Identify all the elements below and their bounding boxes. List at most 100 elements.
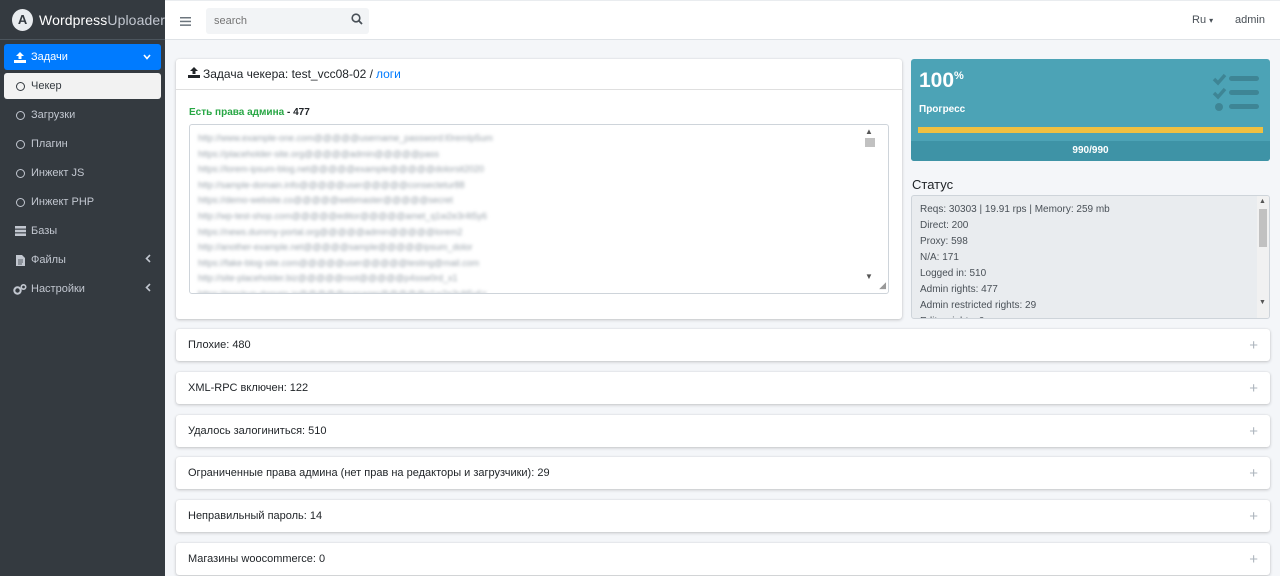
- logs-link[interactable]: логи: [376, 67, 401, 81]
- expand-plus-icon[interactable]: +: [1249, 508, 1258, 525]
- result-row-label: XML-RPC включен: 122: [188, 382, 309, 394]
- scroll-thumb[interactable]: [1259, 209, 1267, 247]
- circle-icon: [13, 139, 27, 149]
- progress-bar: [918, 127, 1263, 133]
- sidebar-item-label: Плагин: [31, 138, 68, 150]
- result-row-label: Плохие: 480: [188, 339, 251, 351]
- tasks-checklist-icon: [1212, 73, 1259, 111]
- scroll-down-icon[interactable]: ▼: [865, 272, 873, 281]
- sidebar-item-inject-js[interactable]: Инжект JS: [4, 160, 161, 186]
- sidebar-item-tasks[interactable]: Задачи: [4, 44, 161, 70]
- result-row-label: Удалось залогиниться: 510: [188, 425, 327, 437]
- scroll-up-icon[interactable]: ▲: [865, 127, 873, 136]
- blurred-credentials-list: http://www.example-one.com@@@@@username_…: [190, 125, 888, 293]
- result-row-wrong-password[interactable]: Неправильный пароль: 14 +: [176, 500, 1270, 532]
- database-icon: [13, 226, 27, 236]
- status-lines: Reqs: 30303 | 19.91 rps | Memory: 259 mb…: [912, 196, 1269, 318]
- brand-logo: A: [12, 8, 34, 31]
- sidebar-item-settings[interactable]: Настройки: [4, 276, 161, 302]
- credential-line: http://sample-domain.info@@@@@user@@@@@c…: [198, 179, 465, 190]
- status-line: Admin restricted rights: 29: [920, 300, 1037, 311]
- expand-plus-icon[interactable]: +: [1249, 465, 1258, 482]
- credential-line: https://demo-website.co@@@@@webmaster@@@…: [198, 195, 453, 206]
- circle-icon: [13, 110, 27, 120]
- expand-plus-icon[interactable]: +: [1249, 551, 1258, 568]
- admin-rights-count: - 477: [286, 107, 310, 118]
- sidebar-item-files[interactable]: Файлы: [4, 247, 161, 273]
- admin-rights-heading: Есть права админа - 477: [189, 107, 310, 118]
- result-row-restricted-admin[interactable]: Ограниченные права админа (нет прав на р…: [176, 457, 1270, 489]
- result-row-label: Неправильный пароль: 14: [188, 510, 323, 522]
- search-box: [206, 8, 369, 34]
- sidebar-item-label: Задачи: [31, 51, 68, 63]
- sidebar-item-label: Инжект JS: [31, 167, 85, 179]
- circle-icon: [13, 81, 27, 91]
- sidebar-item-label: Базы: [31, 225, 58, 237]
- sidebar-item-databases[interactable]: Базы: [4, 218, 161, 244]
- progress-box: 100% Прогресс 990/990: [911, 59, 1270, 161]
- expand-plus-icon[interactable]: +: [1249, 423, 1258, 440]
- result-row-xmlrpc[interactable]: XML-RPC включен: 122 +: [176, 372, 1270, 404]
- progress-counter: 990/990: [911, 141, 1270, 161]
- credential-line: http://www.example-one.com@@@@@username_…: [198, 133, 493, 143]
- chevron-left-icon: [145, 283, 151, 295]
- search-input[interactable]: [206, 15, 336, 27]
- progress-bar-fill: [918, 127, 1263, 133]
- chevron-down-icon: [143, 52, 151, 62]
- scroll-thumb[interactable]: [865, 138, 875, 147]
- chevron-left-icon: [145, 254, 151, 266]
- credential-line: http://wp-test-shop.com@@@@@editor@@@@@a…: [198, 210, 487, 221]
- task-title: Задача чекера: test_vcc08-02 /: [203, 67, 373, 81]
- upload-icon: [188, 67, 200, 81]
- circle-icon: [13, 168, 27, 178]
- result-row-logged-in[interactable]: Удалось залогиниться: 510 +: [176, 415, 1270, 447]
- credential-line: https://news.dummy-portal.org@@@@@admin@…: [198, 226, 463, 237]
- upload-icon: [13, 51, 27, 63]
- file-icon: [13, 254, 27, 266]
- status-scrollbar[interactable]: ▲ ▼: [1257, 196, 1269, 318]
- scroll-down-icon[interactable]: ▼: [1259, 299, 1266, 306]
- sidebar-item-label: Загрузки: [31, 109, 76, 121]
- sidebar: A WordpressUploader Задачи Чекер Загрузк…: [0, 0, 165, 576]
- expand-plus-icon[interactable]: +: [1249, 337, 1258, 354]
- credential-line: https://placeholder-site.org@@@@@admin@@…: [198, 148, 439, 159]
- status-line: N/A: 171: [920, 252, 959, 263]
- language-dropdown[interactable]: Ru ▾: [1192, 14, 1213, 26]
- status-textarea[interactable]: Reqs: 30303 | 19.91 rps | Memory: 259 mb…: [911, 195, 1270, 319]
- credential-line: http://another-example.net@@@@@sample@@@…: [198, 242, 473, 253]
- sidebar-item-plugin[interactable]: Плагин: [4, 131, 161, 157]
- gears-icon: [13, 283, 27, 295]
- sidebar-item-checker[interactable]: Чекер: [4, 73, 161, 99]
- user-menu[interactable]: admin: [1235, 14, 1265, 26]
- sidebar-item-label: Настройки: [31, 283, 85, 295]
- admin-results-textarea[interactable]: http://www.example-one.com@@@@@username_…: [189, 124, 889, 294]
- credential-line: https://lorem-ipsum-blog.net@@@@@example…: [198, 164, 484, 175]
- result-row-label: Магазины woocommerce: 0: [188, 553, 326, 565]
- textarea-scrollbar[interactable]: ▲ ▼: [864, 125, 876, 293]
- scroll-up-icon[interactable]: ▲: [1259, 198, 1266, 205]
- credential-line: http://site-placeholder.biz@@@@@root@@@@…: [198, 273, 458, 284]
- brand-name: WordpressUploader: [39, 11, 165, 28]
- sidebar-item-label: Файлы: [31, 254, 66, 266]
- status-line: Logged in: 510: [920, 268, 987, 279]
- status-line: Reqs: 30303 | 19.91 rps | Memory: 259 mb: [920, 204, 1110, 215]
- caret-down-icon: ▾: [1209, 16, 1214, 25]
- result-row-woocommerce[interactable]: Магазины woocommerce: 0 +: [176, 543, 1270, 575]
- sidebar-item-uploads[interactable]: Загрузки: [4, 102, 161, 128]
- topbar: Ru ▾ admin: [165, 0, 1280, 40]
- status-line: Admin rights: 477: [920, 284, 998, 295]
- sidebar-item-inject-php[interactable]: Инжект PHP: [4, 189, 161, 215]
- resize-handle-icon[interactable]: ◢: [879, 280, 886, 291]
- brand[interactable]: A WordpressUploader: [0, 0, 165, 40]
- circle-icon: [13, 197, 27, 207]
- status-line: Proxy: 598: [920, 236, 968, 247]
- result-row-bad[interactable]: Плохие: 480 +: [176, 329, 1270, 361]
- expand-plus-icon[interactable]: +: [1249, 380, 1258, 397]
- menu-toggle-icon[interactable]: [180, 13, 191, 29]
- search-icon[interactable]: [351, 13, 363, 28]
- checker-task-card: Задача чекера: test_vcc08-02 / логи Есть…: [176, 59, 902, 319]
- status-title: Статус: [912, 177, 954, 192]
- status-line: Editor rights: 0: [920, 314, 1261, 318]
- sidebar-item-label: Инжект PHP: [31, 196, 95, 208]
- result-row-label: Ограниченные права админа (нет прав на р…: [188, 467, 550, 479]
